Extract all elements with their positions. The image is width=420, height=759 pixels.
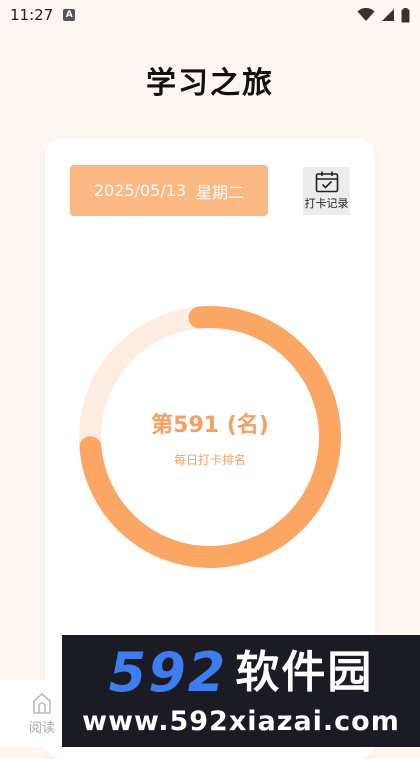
rank-text: 第591 (名) [151,413,269,438]
wifi-icon [357,8,375,21]
watermark-name: 软件园 [235,646,374,698]
calendar-check-icon [315,171,338,193]
weekday-text: 星期二 [196,182,245,202]
rank-subtitle: 每日打卡排名 [173,453,246,467]
watermark-url: www.592xiazai.com [82,705,400,737]
status-right [357,7,410,23]
watermark-banner: 592 软件园 www.592xiazai.com [62,635,420,747]
page-title: 学习之旅 [146,66,274,101]
checkin-record-label: 打卡记录 [304,197,349,210]
watermark-logo: 592 软件园 [108,640,374,704]
battery-icon [401,7,410,22]
home-icon [33,693,51,714]
checkin-record-button[interactable]: 打卡记录 [303,167,350,215]
tab-read-label: 阅读 [28,721,55,736]
status-time: 11:27 [10,6,54,24]
date-button[interactable]: 2025/05/13 星期二 [70,165,268,216]
date-text: 2025/05/13 [93,181,187,200]
watermark-number: 592 [108,640,228,704]
status-bar: 11:27 A [0,0,420,30]
signal-icon [382,9,394,21]
status-left: 11:27 A [10,6,76,24]
notification-icon: A [63,9,76,21]
